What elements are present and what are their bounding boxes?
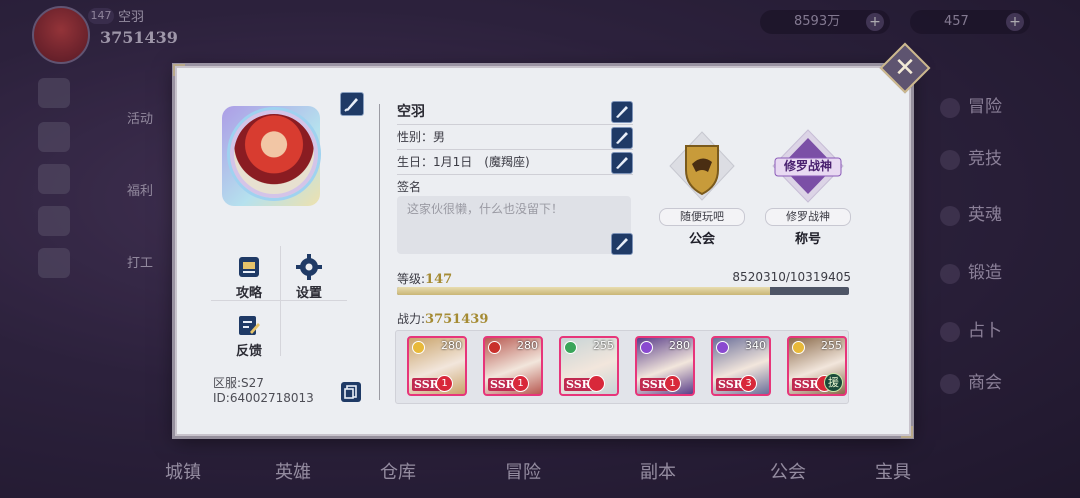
level-value: 147 <box>425 272 453 287</box>
hero-level: 340 <box>745 339 766 352</box>
corner-ornament <box>173 64 185 76</box>
edit-avatar-button[interactable] <box>340 92 364 116</box>
rank-emblem-text: 修罗战神 <box>783 159 832 173</box>
hero-star-badge: 1 <box>512 375 529 392</box>
element-icon <box>640 341 653 354</box>
feedback-label: 反馈 <box>235 344 262 359</box>
guild-title: 公会 <box>688 232 715 247</box>
profile-dialog: 攻略 设置 反馈 区服:S27 ID:64002718013 空羽 性别：男 生… <box>173 64 913 438</box>
hero-level: 255 <box>593 339 614 352</box>
birthday-field: 生日：1月1日 (魔羯座) <box>397 150 633 175</box>
settings-label: 设置 <box>295 286 322 301</box>
hero-card[interactable]: 280 SSR 1 <box>407 336 467 396</box>
column-divider <box>379 104 380 400</box>
guide-label: 攻略 <box>235 286 262 301</box>
book-icon <box>236 254 262 280</box>
edit-birthday-button[interactable] <box>611 152 633 174</box>
hero-level: 255 <box>821 339 842 352</box>
power-label: 战力: <box>397 312 426 326</box>
element-icon <box>564 341 577 354</box>
edit-gender-button[interactable] <box>611 127 633 149</box>
settings-button[interactable]: 设置 <box>279 254 339 301</box>
player-name-field: 空羽 <box>397 100 633 125</box>
quill-icon <box>616 238 628 250</box>
player-id: ID:64002718013 <box>213 391 314 405</box>
team-panel: 280 SSR 1 280 SSR 1 255 SSR 280 SSR 1 340 SSR 3 255 SSR… <box>395 330 849 404</box>
hero-card[interactable]: 340 SSR 3 <box>711 336 771 396</box>
quill-icon <box>616 157 628 169</box>
copy-icon <box>344 385 357 399</box>
gender-field: 性别：男 <box>397 125 633 150</box>
signature-placeholder: 这家伙很懒，什么也没留下！ <box>407 202 564 216</box>
quill-icon <box>616 132 628 144</box>
gender-text: 性别：男 <box>397 130 446 144</box>
copy-id-button[interactable] <box>341 382 361 402</box>
rank-name: 修罗战神 <box>765 208 851 226</box>
hero-star-badge <box>588 375 605 392</box>
title-badge[interactable]: 修罗战神 修罗战神 称号 <box>763 128 853 247</box>
element-icon <box>792 341 805 354</box>
guild-badge[interactable]: 随便玩吧 公会 <box>657 128 747 247</box>
element-icon <box>716 341 729 354</box>
level-row: 等级:147 <box>397 270 452 287</box>
hero-card[interactable]: 255 SSR <box>559 336 619 396</box>
hero-card[interactable]: 280 SSR 1 <box>483 336 543 396</box>
edit-signature-button[interactable] <box>611 233 633 255</box>
feedback-button[interactable]: 反馈 <box>219 312 279 359</box>
element-icon <box>412 341 425 354</box>
quill-icon <box>344 98 358 112</box>
server-info: 区服:S27 <box>213 376 264 390</box>
signature-label: 签名 <box>397 180 422 194</box>
power-row: 战力:3751439 <box>397 310 488 327</box>
close-icon: ✕ <box>894 53 916 83</box>
hero-star-badge: 1 <box>436 375 453 392</box>
exp-text: 8520310/10319405 <box>732 270 851 284</box>
exp-bar <box>397 287 849 295</box>
hero-level: 280 <box>669 339 690 352</box>
guild-name: 随便玩吧 <box>659 208 745 226</box>
rank-title: 称号 <box>794 232 821 247</box>
hero-level: 280 <box>517 339 538 352</box>
guild-emblem-icon <box>657 128 747 204</box>
hero-level: 280 <box>441 339 462 352</box>
hero-card[interactable]: 280 SSR 1 <box>635 336 695 396</box>
edit-note-icon <box>236 312 262 338</box>
rank-emblem-icon: 修罗战神 <box>763 128 853 204</box>
signature-input[interactable]: 这家伙很懒，什么也没留下！ <box>397 196 631 254</box>
exp-bar-fill <box>397 287 771 295</box>
quill-icon <box>616 106 628 118</box>
player-avatar[interactable] <box>230 110 318 198</box>
hero-assist-badge: 援 <box>824 373 843 392</box>
edit-name-button[interactable] <box>611 101 633 123</box>
player-name: 空羽 <box>397 104 425 120</box>
gear-icon <box>296 254 322 280</box>
corner-ornament <box>901 426 913 438</box>
level-label: 等级: <box>397 272 426 286</box>
guide-button[interactable]: 攻略 <box>219 254 279 301</box>
hero-star-badge: 1 <box>664 375 681 392</box>
power-value: 3751439 <box>425 312 489 327</box>
birthday-text: 生日：1月1日 (魔羯座) <box>397 155 530 169</box>
element-icon <box>488 341 501 354</box>
hero-star-badge: 3 <box>740 375 757 392</box>
hero-card[interactable]: 255 SSR 援 <box>787 336 847 396</box>
